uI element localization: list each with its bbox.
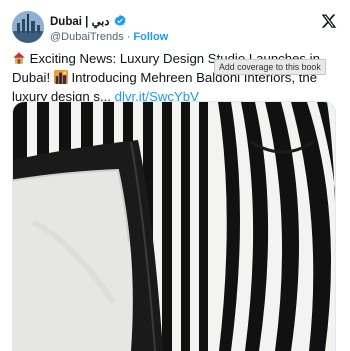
tweet-media-image[interactable] [12, 101, 336, 351]
follow-button[interactable]: Follow [133, 31, 168, 43]
tooltip: Add coverage to this book [214, 59, 326, 75]
display-name[interactable]: Dubai | دبي [50, 14, 109, 28]
house-icon [12, 51, 26, 69]
avatar[interactable] [12, 11, 44, 43]
cityscape-icon [53, 70, 68, 88]
tweet-card: Dubai | دبي @DubaiTrends · Follow Exciti… [0, 0, 350, 351]
x-logo-icon[interactable] [321, 13, 337, 29]
account-name-row: Dubai | دبي [50, 13, 127, 29]
account-handle[interactable]: @DubaiTrends [50, 31, 124, 43]
verified-badge-icon [114, 14, 127, 26]
striped-armchair-image [13, 102, 335, 351]
handle-row: @DubaiTrends · Follow [50, 30, 168, 44]
separator-dot: · [126, 31, 131, 43]
